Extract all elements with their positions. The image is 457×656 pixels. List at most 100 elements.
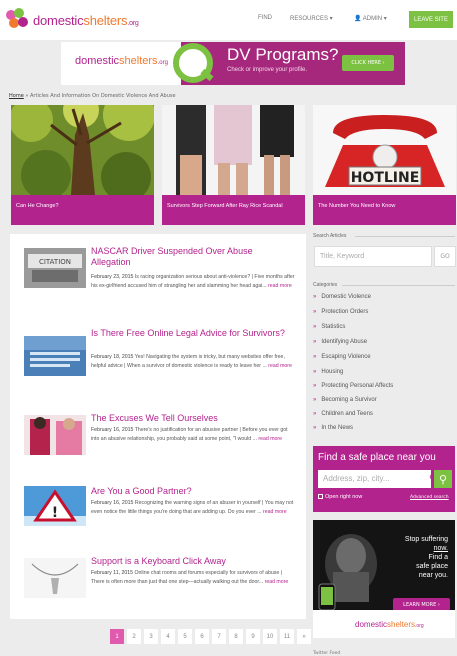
page-10-button[interactable]: 10: [263, 629, 277, 644]
article-title[interactable]: NASCAR Driver Suspended Over Abuse Alleg…: [91, 246, 291, 268]
survivors-group-image: [162, 105, 305, 195]
category-protecting-personal-affects[interactable]: » Protecting Personal Affects: [313, 383, 393, 389]
category-label: Protection Orders: [321, 309, 369, 315]
article-item: ! Are You a Good Partner? February 16, 2…: [24, 486, 296, 546]
breadcrumb: Home » Articles And Information On Domes…: [9, 93, 176, 99]
ad-logo-domestic: domestic: [355, 620, 388, 629]
page-11-button[interactable]: 11: [280, 629, 294, 644]
nav-admin[interactable]: 👤 ADMIN ▾: [354, 15, 387, 22]
breadcrumb-home[interactable]: Home: [9, 93, 24, 99]
category-label: Escaping Violence: [321, 354, 371, 360]
page-8-button[interactable]: 8: [229, 629, 243, 644]
advanced-search-link[interactable]: Advanced search: [410, 495, 449, 500]
breadcrumb-separator: »: [25, 93, 29, 99]
page-6-button[interactable]: 6: [195, 629, 209, 644]
search-button[interactable]: ⚲: [434, 470, 452, 488]
ad-message: Stop suffering now. Find a safe place ne…: [388, 535, 448, 580]
ad-logo: domesticshelters.org: [355, 620, 424, 629]
featured-can-he-change[interactable]: Can He Change?: [11, 105, 154, 225]
open-right-now-checkbox[interactable]: Open right now: [318, 494, 362, 500]
logo-shelters: shelters: [83, 12, 128, 28]
read-more-link[interactable]: read more: [258, 436, 282, 442]
page-4-button[interactable]: 4: [161, 629, 175, 644]
leave-site-button[interactable]: LEAVE SITE: [409, 11, 453, 28]
address-placeholder: Address, zip, city...: [323, 474, 390, 483]
breadcrumb-current: Articles And Information On Domestic Vio…: [30, 93, 176, 99]
page-2-button[interactable]: 2: [127, 629, 141, 644]
search-articles-heading: Search Articles: [313, 233, 347, 239]
category-children-and-teens[interactable]: » Children and Teens: [313, 411, 373, 417]
search-placeholder: Title, Keyword: [320, 253, 365, 260]
category-statistics[interactable]: » Statistics: [313, 324, 345, 330]
banner-logo-domestic: domestic: [75, 55, 120, 67]
next-page-button[interactable]: »: [297, 629, 311, 644]
category-protection-orders[interactable]: » Protection Orders: [313, 309, 368, 315]
chevron-right-icon: »: [313, 411, 317, 417]
nav-find[interactable]: FIND: [258, 15, 272, 21]
banner-logo: domesticshelters.org: [75, 55, 168, 67]
top-bar: domesticshelters.org FIND RESOURCES ▾ 👤 …: [0, 0, 457, 40]
article-title[interactable]: The Excuses We Tell Ourselves: [91, 413, 291, 424]
page-7-button[interactable]: 7: [212, 629, 226, 644]
find-safe-place-widget: Find a safe place near you Address, zip,…: [313, 446, 455, 512]
featured-caption: Survivors Step Forward After Ray Rice Sc…: [162, 195, 305, 225]
twitter-feed-heading: Twitter Feed: [313, 651, 341, 656]
read-more-link[interactable]: read more: [263, 509, 287, 515]
page-5-button[interactable]: 5: [178, 629, 192, 644]
checkbox-box[interactable]: [318, 494, 323, 500]
article-thumbnail: !: [24, 486, 86, 526]
featured-caption: The Number You Need to Know: [313, 195, 456, 225]
featured-number-you-need-to-know[interactable]: HOTLINE The Number You Need to Know: [313, 105, 456, 225]
ad-line-1: Stop suffering: [404, 536, 448, 543]
address-input[interactable]: Address, zip, city...: [318, 470, 431, 488]
article-excerpt: February 16, 2015 Recognizing the warnin…: [91, 499, 296, 517]
page-1-button[interactable]: 1: [110, 629, 124, 644]
featured-survivors-step-forward[interactable]: Survivors Step Forward After Ray Rice Sc…: [162, 105, 305, 225]
svg-text:!: !: [52, 505, 58, 521]
article-title[interactable]: Is There Free Online Legal Advice for Su…: [91, 328, 291, 339]
svg-text:HOTLINE: HOTLINE: [351, 170, 420, 186]
category-identifying-abuse[interactable]: » Identifying Abuse: [313, 339, 367, 345]
category-escaping-violence[interactable]: » Escaping Violence: [313, 354, 371, 360]
article-item: Support is a Keyboard Click Away Februar…: [24, 556, 296, 616]
article-title[interactable]: Are You a Good Partner?: [91, 486, 291, 497]
read-more-link[interactable]: read more: [268, 283, 292, 289]
chevron-right-icon: »: [313, 383, 317, 389]
category-becoming-a-survivor[interactable]: » Becoming a Survivor: [313, 397, 377, 403]
read-more-link[interactable]: read more: [268, 363, 292, 369]
banner-click-here-button[interactable]: CLICK HERE ›: [342, 55, 394, 71]
ad-line-5: near you.: [418, 572, 448, 579]
search-input[interactable]: Title, Keyword: [314, 246, 432, 267]
learn-more-ad[interactable]: Stop suffering now. Find a safe place ne…: [313, 520, 455, 638]
dv-programs-banner[interactable]: domesticshelters.org DV Programs? Check …: [61, 42, 405, 85]
nav-resources[interactable]: RESOURCES ▾: [290, 15, 333, 22]
page-9-button[interactable]: 9: [246, 629, 260, 644]
pagination: 1 2 3 4 5 6 7 8 9 10 11 »: [110, 629, 314, 646]
hotline-phone-image: HOTLINE: [313, 105, 456, 195]
read-more-link[interactable]: read more: [265, 579, 289, 585]
divider: [355, 236, 455, 237]
category-label: Housing: [321, 369, 344, 375]
category-domestic-violence[interactable]: » Domestic Violence: [313, 294, 371, 300]
page-3-button[interactable]: 3: [144, 629, 158, 644]
banner-logo-org: .org: [157, 60, 168, 66]
logo-domestic: domestic: [33, 12, 84, 28]
ad-line-4: safe place: [416, 563, 448, 570]
site-logo[interactable]: domesticshelters.org: [6, 8, 139, 32]
article-excerpt: February 18, 2015 Yes! Navigating the sy…: [91, 353, 296, 371]
article-title[interactable]: Support is a Keyboard Click Away: [91, 556, 291, 567]
ad-logo-org: .org: [415, 623, 424, 629]
search-go-button[interactable]: GO: [434, 246, 456, 267]
article-date: February 18, 2015: [91, 354, 134, 360]
ad-logo-shelters: shelters: [387, 620, 416, 629]
category-in-the-news[interactable]: » In the News: [313, 425, 353, 431]
article-excerpt: February 23, 2015 Is racing organization…: [91, 273, 296, 291]
article-thumbnail: [24, 415, 86, 455]
article-date: February 16, 2015: [91, 427, 134, 433]
chevron-right-icon: »: [313, 339, 317, 345]
ad-line-2: now.: [433, 545, 448, 552]
chevron-right-icon: »: [313, 294, 317, 300]
ad-line-3: Find a: [428, 554, 448, 561]
category-housing[interactable]: » Housing: [313, 369, 343, 375]
tree-canopy-image: [11, 105, 154, 195]
